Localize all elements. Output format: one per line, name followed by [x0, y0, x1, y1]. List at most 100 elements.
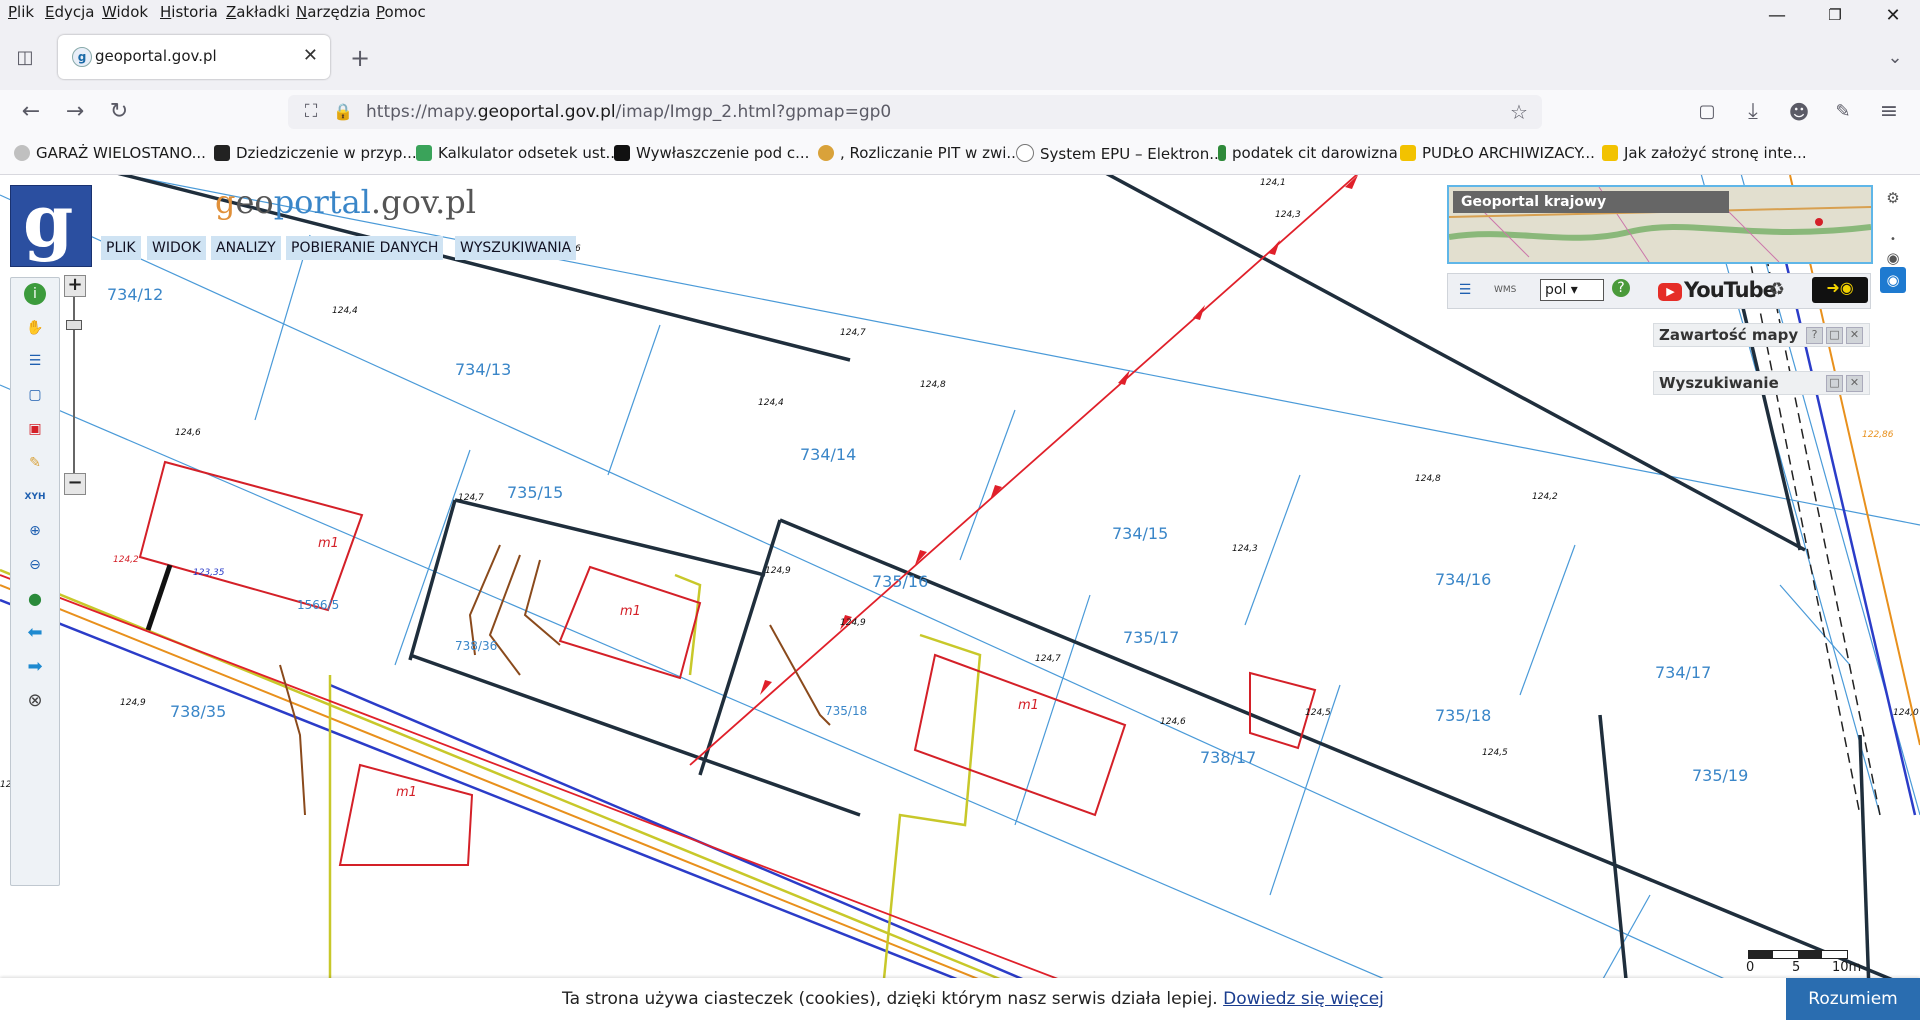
bookmark-favicon-icon — [614, 145, 630, 161]
height-label: 124,8 — [1415, 474, 1441, 484]
accessibility-icon[interactable]: ♻ — [1766, 279, 1788, 301]
parcel-label: 735/15 — [507, 483, 563, 502]
parcel-label: 735/18 — [825, 704, 867, 718]
panel-close-icon[interactable]: ✕ — [1846, 375, 1863, 392]
close-window-icon[interactable]: ✕ — [1870, 2, 1916, 28]
download-icon[interactable]: ⤓ — [1738, 97, 1768, 127]
cookie-accept-button[interactable]: Rozumiem — [1786, 978, 1920, 1020]
zoom-slider[interactable]: + − — [60, 275, 86, 499]
cookie-learn-more-link[interactable]: Dowiedz się więcej — [1223, 989, 1384, 1009]
extensions-icon[interactable]: ✎ — [1828, 97, 1858, 127]
account-icon[interactable]: ☻ — [1784, 97, 1814, 127]
zoom-handle[interactable] — [66, 320, 82, 330]
parcel-label: 734/14 — [800, 445, 856, 464]
height-label: 124,3 — [1275, 210, 1301, 220]
parcel-label: 734/13 — [455, 360, 511, 379]
chevron-down-icon[interactable]: ⌄ — [1880, 43, 1910, 73]
map-contents-panel[interactable]: Zawartość mapy ? □ ✕ — [1653, 323, 1870, 347]
new-tab-icon[interactable]: + — [345, 43, 375, 73]
bookmark-favicon-icon — [1602, 145, 1618, 161]
wms-icon[interactable]: WMS — [1494, 279, 1516, 301]
select-remove-icon[interactable]: ▣ — [24, 418, 46, 440]
search-panel[interactable]: Wyszukiwanie □ ✕ — [1653, 371, 1870, 395]
select-area-icon[interactable]: ▢ — [24, 384, 46, 406]
panel-close-icon[interactable]: ✕ — [1846, 327, 1863, 344]
zoom-out-icon[interactable]: ⊖ — [24, 554, 46, 576]
forward-icon[interactable]: → — [60, 97, 90, 127]
bookmark-item[interactable]: , Rozliczanie PIT w zwi... — [818, 144, 1021, 162]
scale-ruler — [1748, 950, 1848, 959]
zoom-plus-button[interactable]: + — [64, 275, 86, 297]
tab-geoportal[interactable]: g geoportal.gov.pl ✕ — [58, 35, 330, 79]
minimize-icon[interactable]: — — [1754, 2, 1800, 28]
pan-hand-icon[interactable]: ✋ — [24, 317, 46, 339]
globe-full-extent-icon[interactable]: ● — [24, 588, 46, 610]
bookmark-favicon-icon — [14, 145, 30, 161]
pencil-icon[interactable]: ✎ — [24, 452, 46, 474]
hamburger-menu-icon[interactable]: ≡ — [1874, 97, 1904, 127]
geoportal-logo[interactable]: g — [10, 178, 92, 267]
bookmark-item[interactable]: Wywłaszczenie pod c... — [614, 144, 809, 162]
eye-visible-icon[interactable]: ◉ — [1880, 267, 1906, 293]
menu-widok-button[interactable]: WIDOK — [147, 236, 206, 260]
legend-list-icon[interactable]: ☰ — [24, 350, 46, 372]
geoportal-tool-row: ☰ WMS pol ▾ ? ▶ YouTube ♻ ➜◉ — [1447, 273, 1871, 309]
menu-historia[interactable]: Historia — [160, 3, 218, 21]
tab-list-icon[interactable]: ◫ — [10, 43, 40, 73]
menu-pobieranie-button[interactable]: POBIERANIE DANYCH — [286, 236, 444, 260]
pocket-icon[interactable]: ▢ — [1692, 97, 1722, 127]
youtube-link[interactable]: ▶ YouTube — [1658, 278, 1777, 302]
menu-edycja[interactable]: Edycja — [45, 3, 95, 21]
bookmark-item[interactable]: Dziedziczenie w przyp... — [214, 144, 417, 162]
tab-close-icon[interactable]: ✕ — [303, 45, 318, 66]
bookmark-item[interactable]: podatek cit darowizna — [1218, 144, 1398, 162]
back-icon[interactable]: ← — [16, 97, 46, 127]
language-select[interactable]: pol ▾ — [1540, 279, 1604, 301]
bookmark-item[interactable]: System EPU – Elektron... — [1016, 144, 1224, 163]
reload-icon[interactable]: ↻ — [104, 97, 134, 127]
xyh-coordinates-icon[interactable]: XYH — [24, 486, 46, 508]
high-contrast-eye-icon[interactable]: ➜◉ — [1812, 277, 1868, 303]
browser-menubar: Plik Edycja Widok Historia Zakładki Narz… — [0, 0, 1920, 26]
youtube-play-icon: ▶ — [1658, 283, 1682, 301]
overview-minimap[interactable]: Geoportal krajowy — [1447, 185, 1873, 264]
bookmark-star-icon[interactable]: ☆ — [1504, 97, 1534, 127]
height-label: 124,2 — [1532, 492, 1558, 502]
bookmark-item[interactable]: PUDŁO ARCHIWIZACY... — [1400, 144, 1595, 162]
lock-icon[interactable]: 🔒 — [328, 97, 358, 127]
tab-strip: ◫ g geoportal.gov.pl ✕ + ⌄ — [0, 26, 1920, 90]
menu-plik[interactable]: Plik — [8, 3, 34, 21]
height-label: 124,7 — [1035, 654, 1061, 664]
arrow-back-icon[interactable]: ⬅ — [24, 622, 46, 644]
bookmark-item[interactable]: GARAŻ WIELOSTANO... — [14, 144, 206, 162]
menu-wyszukiwania-button[interactable]: WYSZUKIWANIA — [455, 236, 577, 260]
menu-plik-button[interactable]: PLIK — [101, 236, 141, 260]
layer-list-icon[interactable]: ☰ — [1454, 279, 1476, 301]
menu-pomoc[interactable]: Pomoc — [376, 3, 426, 21]
zoom-minus-button[interactable]: − — [64, 473, 86, 495]
shield-icon[interactable]: ⛶ — [296, 97, 326, 127]
bookmark-favicon-icon — [416, 145, 432, 161]
panel-maximize-icon[interactable]: □ — [1826, 375, 1843, 392]
menu-narzedzia[interactable]: Narzędzia — [296, 3, 370, 21]
menu-widok[interactable]: Widok — [102, 3, 148, 21]
help-icon[interactable]: ? — [1612, 279, 1630, 297]
arrow-forward-icon[interactable]: ➡ — [24, 656, 46, 678]
bookmark-item[interactable]: Jak założyć stronę inte... — [1602, 144, 1807, 162]
url-bar[interactable]: ⛶ 🔒 https://mapy.geoportal.gov.pl/imap/I… — [288, 95, 1542, 129]
bookmark-item[interactable]: Kalkulator odsetek ust... — [416, 144, 620, 162]
zoom-in-icon[interactable]: ⊕ — [24, 520, 46, 542]
building-label: m1 — [318, 536, 339, 551]
height-label: 124,2 — [113, 555, 139, 565]
info-icon[interactable]: i — [24, 283, 46, 305]
restore-icon[interactable]: ❐ — [1812, 2, 1858, 28]
panel-help-icon[interactable]: ? — [1806, 327, 1823, 344]
panel-maximize-icon[interactable]: □ — [1826, 327, 1843, 344]
height-label: 122,86 — [1862, 430, 1894, 440]
height-label: 124,5 — [1305, 708, 1331, 718]
menu-zakladki[interactable]: Zakładki — [226, 3, 290, 21]
bookmark-favicon-icon — [214, 145, 230, 161]
settings-gears-icon[interactable]: ⚙ — [1880, 185, 1906, 211]
clear-cross-icon[interactable]: ⊗ — [24, 690, 46, 712]
menu-analizy-button[interactable]: ANALIZY — [211, 236, 281, 260]
